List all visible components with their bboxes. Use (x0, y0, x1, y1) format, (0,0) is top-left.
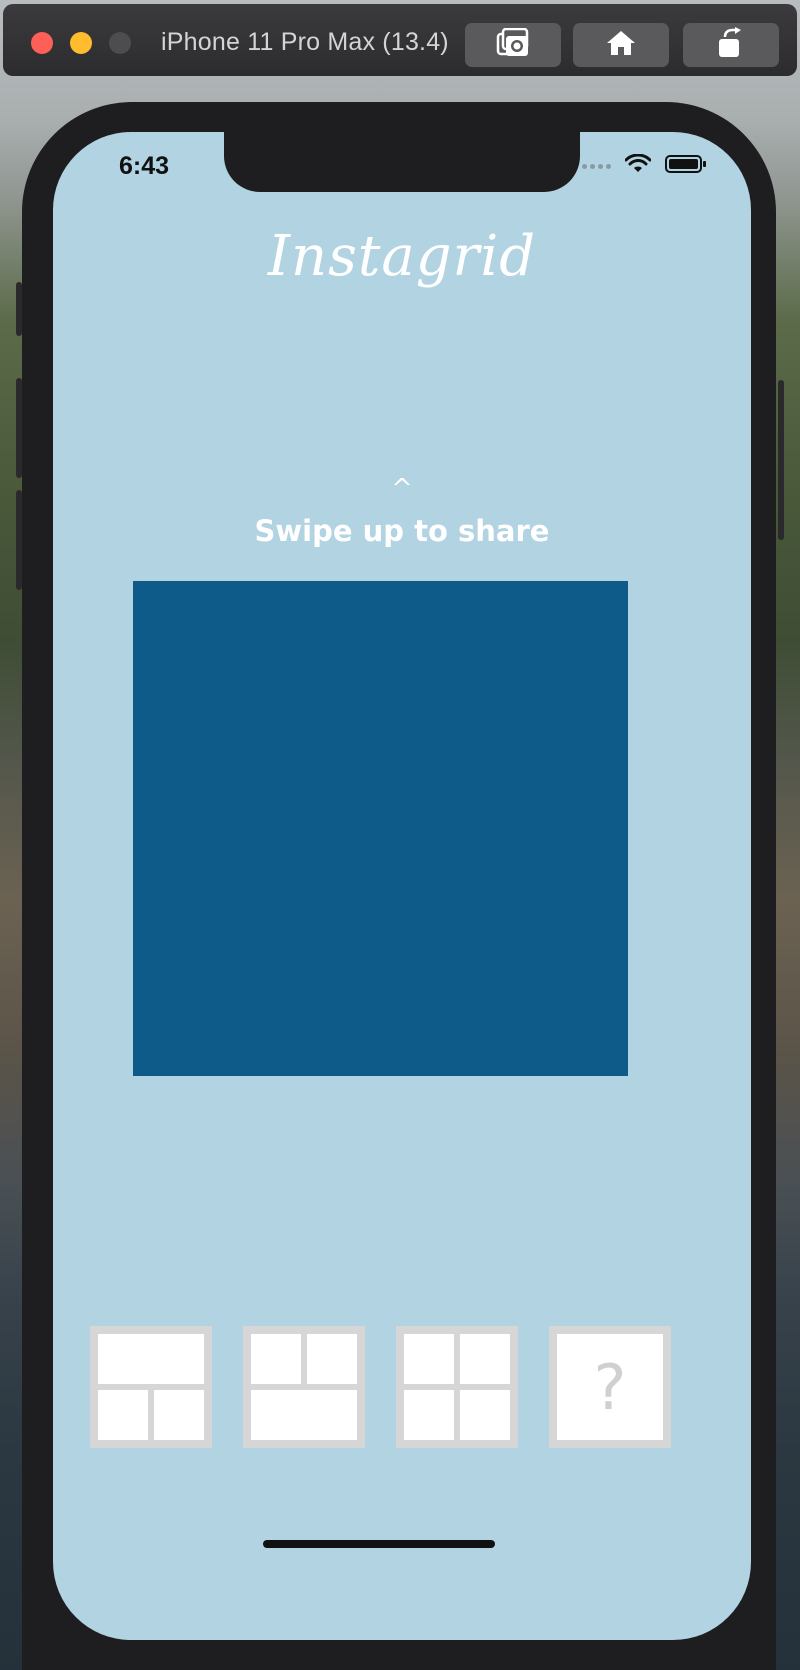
minimize-window-button[interactable] (70, 32, 92, 54)
wifi-icon (624, 153, 652, 178)
volume-down-button (16, 490, 22, 590)
power-button (778, 380, 784, 540)
layout-cell (404, 1334, 454, 1384)
swipe-to-share-label[interactable]: Swipe up to share (53, 514, 751, 548)
layout-button-four-squares[interactable] (396, 1326, 518, 1448)
home-button[interactable] (573, 23, 669, 67)
layout-button-selected[interactable]: ? (549, 1326, 671, 1448)
layout-cell (98, 1390, 148, 1440)
layout-cell (307, 1334, 357, 1384)
layout-cell (251, 1390, 357, 1440)
swipe-up-arrow-icon: ^ (391, 474, 413, 504)
close-window-button[interactable] (31, 32, 53, 54)
rotate-icon (715, 27, 747, 63)
layout-cell (98, 1334, 204, 1384)
zoom-window-button[interactable] (109, 32, 131, 54)
notch (224, 132, 580, 192)
layout-button-two-top-one-bottom[interactable] (243, 1326, 365, 1448)
window-title: iPhone 11 Pro Max (13.4) (161, 28, 449, 56)
layout-cell (460, 1334, 510, 1384)
rotate-button[interactable] (683, 23, 779, 67)
photo-grid-canvas[interactable] (133, 581, 628, 1076)
camera-icon (496, 27, 530, 62)
status-time: 6:43 (119, 152, 170, 180)
signal-icon (582, 163, 611, 169)
layout-cell (154, 1390, 204, 1440)
battery-icon (665, 154, 707, 178)
home-icon (605, 29, 637, 61)
screenshot-button[interactable] (465, 23, 561, 67)
volume-up-button (16, 378, 22, 478)
layout-cell (404, 1390, 454, 1440)
home-indicator[interactable] (263, 1540, 495, 1548)
status-icons (582, 153, 707, 178)
layout-button-one-top-two-bottom[interactable] (90, 1326, 212, 1448)
silent-switch (16, 282, 22, 336)
layout-cell (460, 1390, 510, 1440)
phone-screen: 6:43 Instagrid ^ Swipe up to share ? (53, 132, 751, 1640)
layout-cell (251, 1334, 301, 1384)
simulator-title-bar: iPhone 11 Pro Max (13.4) (3, 4, 797, 76)
question-mark-icon: ? (557, 1334, 663, 1440)
app-title: Instagrid (267, 224, 537, 289)
